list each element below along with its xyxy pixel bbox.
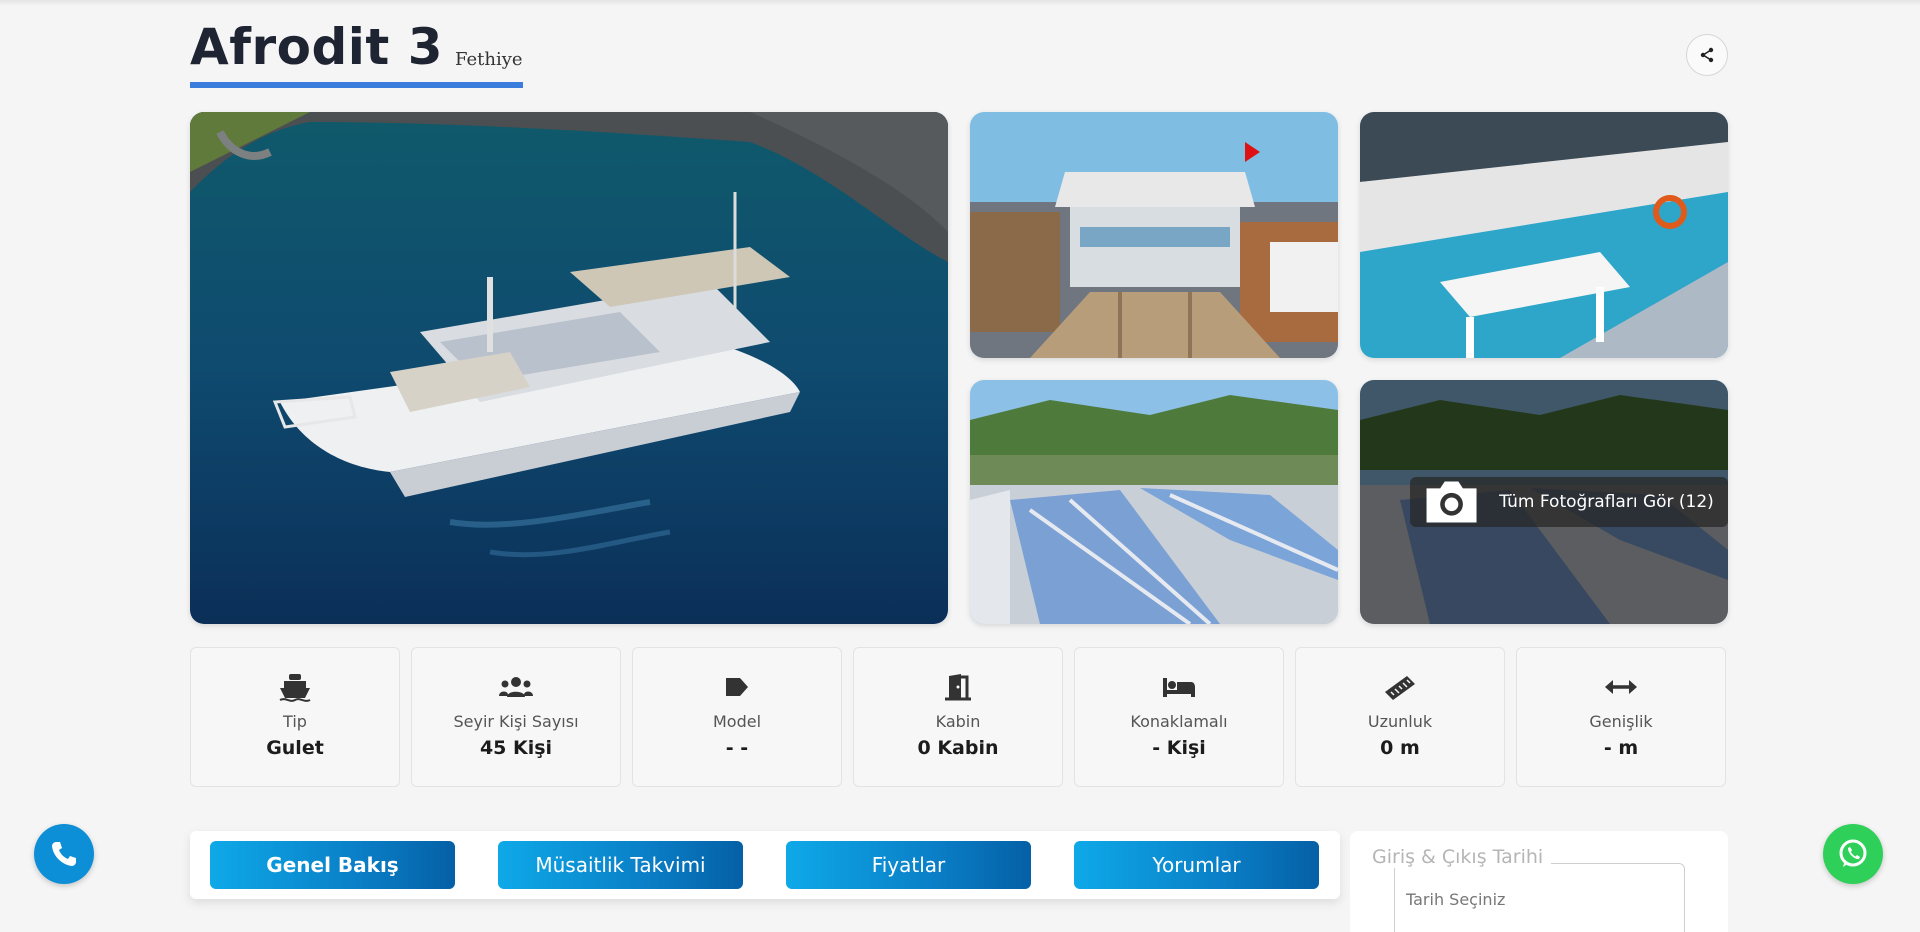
gallery-photo-more[interactable]: Tüm Fotoğrafları Gör (12) [1360,380,1728,624]
spec-label: Genişlik [1589,712,1653,731]
covered-deck-image [1360,112,1728,358]
share-icon [1700,47,1714,63]
camera-icon [1426,481,1477,523]
phone-icon [52,842,76,866]
spec-cabin: Kabin 0 Kabin [853,647,1063,787]
arrows-horizontal-icon [1604,672,1638,702]
spec-model: Model - - [632,647,842,787]
spec-value: - - [725,737,749,759]
spec-label: Uzunluk [1367,712,1433,731]
tag-icon [724,672,750,702]
date-field-placeholder[interactable]: Tarih Seçiniz [1406,890,1505,909]
all-photos-button[interactable]: Tüm Fotoğrafları Gör (12) [1410,477,1728,527]
spec-accommodation: Konaklamalı - Kişi [1074,647,1284,787]
date-field-label: Giriş & Çıkış Tarihi [1364,846,1552,868]
spec-value: 0 Kabin [917,737,999,759]
spec-capacity: Seyir Kişi Sayısı 45 Kişi [411,647,621,787]
spec-type: Tip Gulet [190,647,400,787]
tab-availability[interactable]: Müsaitlik Takvimi [498,841,743,889]
whatsapp-button[interactable] [1823,824,1883,884]
spec-value: - m [1603,737,1639,759]
ruler-icon [1383,672,1417,702]
location-label: Fethiye [455,49,523,70]
spec-length: Uzunluk 0 m [1295,647,1505,787]
page-title-block: Afrodit 3 Fethiye [190,18,523,88]
header-shadow [0,0,1920,6]
gallery-photo-sun-deck[interactable] [970,380,1338,624]
bed-icon [1162,672,1196,702]
spec-width: Genişlik - m [1516,647,1726,787]
whatsapp-icon [1839,839,1867,867]
spec-label: Kabin [935,712,981,731]
gallery-main-photo[interactable] [190,112,948,624]
call-button[interactable] [34,824,94,884]
gallery-photo-stern[interactable] [970,112,1338,358]
sunbathing-deck-image [970,380,1338,624]
spec-label: Model [712,712,762,731]
ship-icon [278,672,312,702]
boat-aerial-image [190,112,948,624]
tab-reviews[interactable]: Yorumlar [1074,841,1319,889]
door-icon [943,672,973,702]
spec-value: - Kişi [1152,737,1206,759]
gallery-photo-deck-tables[interactable] [1360,112,1728,358]
spec-value: 45 Kişi [479,737,553,759]
spec-label: Konaklamalı [1130,712,1228,731]
spec-label: Tip [283,712,307,731]
spec-value: Gulet [266,737,324,759]
tab-bar: Genel Bakış Müsaitlik Takvimi Fiyatlar Y… [190,831,1340,899]
all-photos-label: Tüm Fotoğrafları Gör (12) [1499,492,1714,512]
boat-stern-deck-image [970,112,1338,358]
tab-overview[interactable]: Genel Bakış [210,841,455,889]
spec-value: 0 m [1380,737,1420,759]
spec-label: Seyir Kişi Sayısı [453,712,579,731]
tab-prices[interactable]: Fiyatlar [786,841,1031,889]
users-icon [499,672,533,702]
page-title: Afrodit 3 [190,18,443,76]
share-button[interactable] [1686,34,1728,76]
